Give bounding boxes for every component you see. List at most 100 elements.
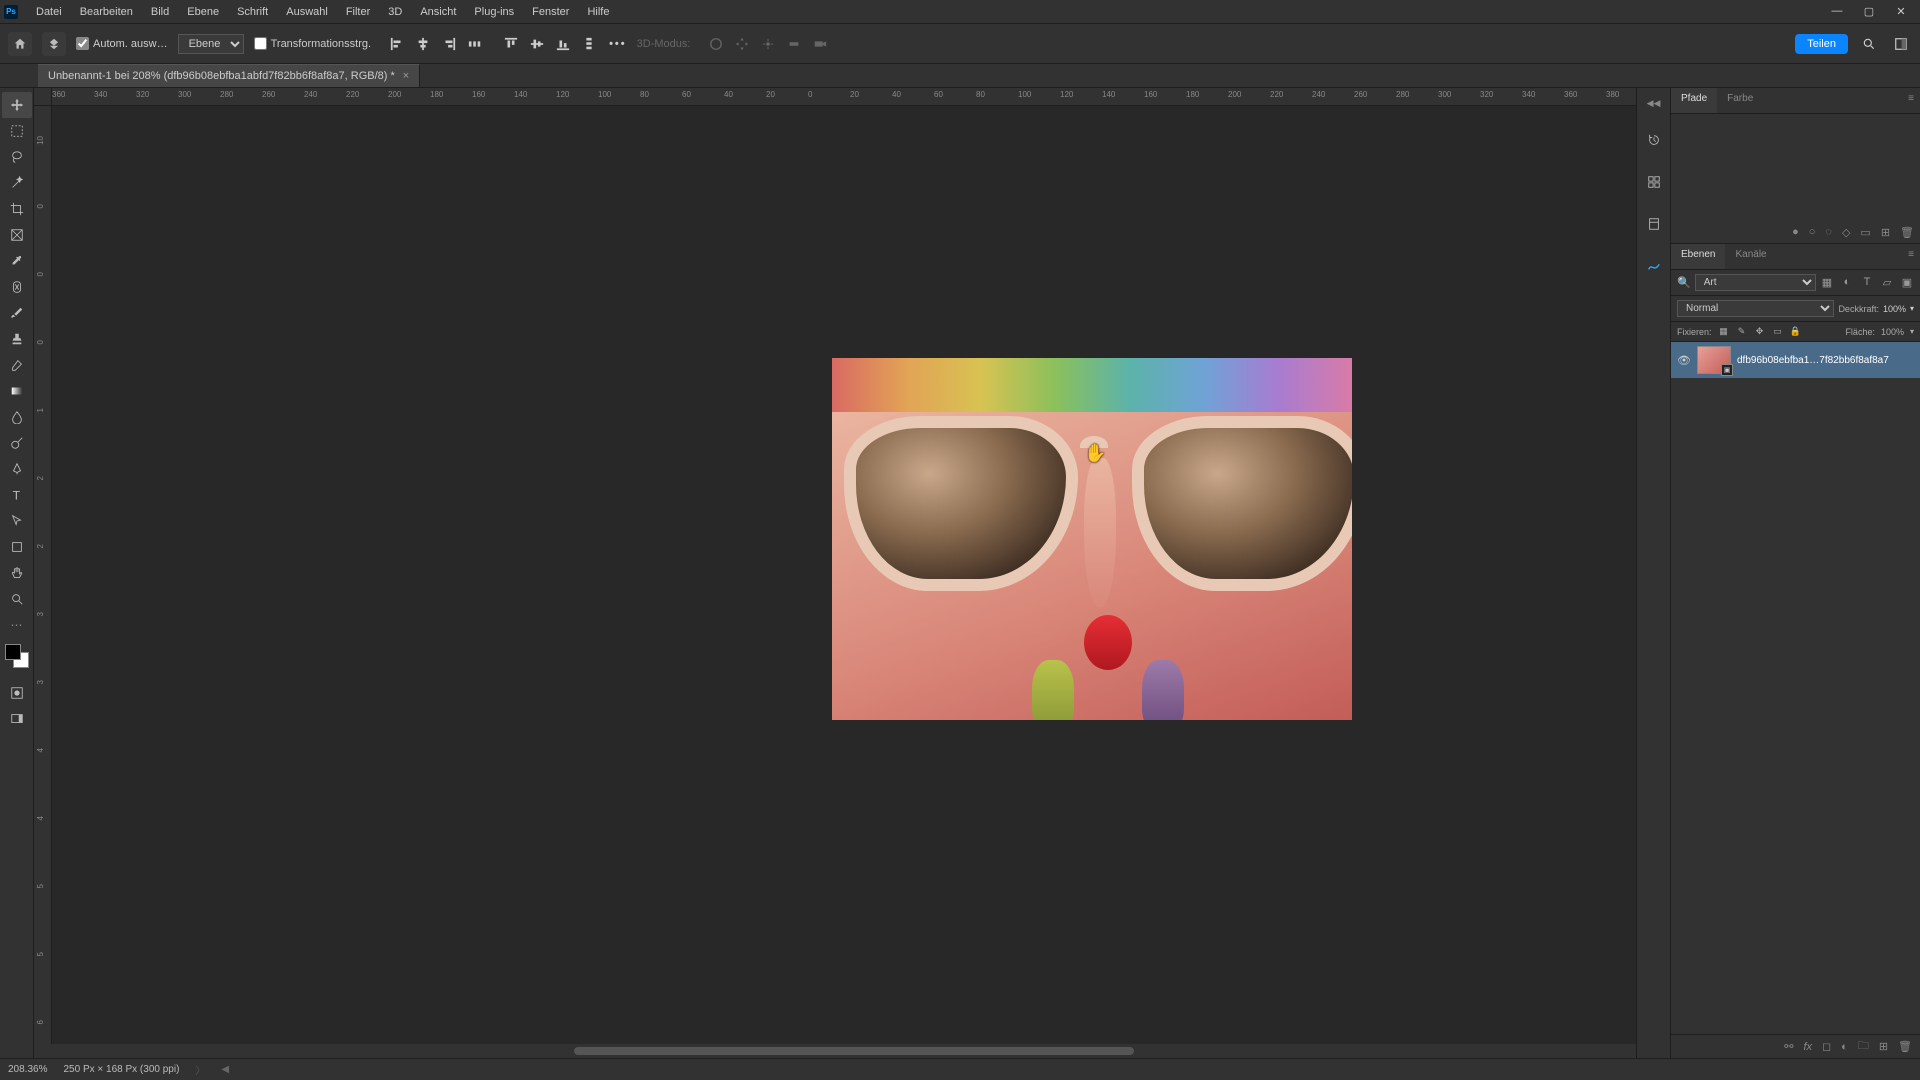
filter-type-select[interactable]: Art	[1695, 274, 1816, 291]
wand-tool[interactable]	[2, 170, 32, 196]
lock-transparency-icon[interactable]: ▦	[1718, 326, 1730, 337]
menu-schrift[interactable]: Schrift	[229, 3, 276, 21]
link-layers-icon[interactable]: ⚯	[1784, 1040, 1793, 1053]
menu-ansicht[interactable]: Ansicht	[412, 3, 464, 21]
doc-info[interactable]: 250 Px × 168 Px (300 ppi)	[63, 1064, 179, 1075]
align-right-icon[interactable]	[439, 34, 459, 54]
distribute-h-icon[interactable]	[465, 34, 485, 54]
layers-menu-icon[interactable]: ≡	[1902, 244, 1920, 269]
pen-tool[interactable]	[2, 456, 32, 482]
fx-icon[interactable]: fx	[1803, 1041, 1812, 1053]
pfade-menu-icon[interactable]: ≡	[1902, 88, 1920, 113]
pfade-panel-body[interactable]: ● ○ ◌ ◇ ▭ ⊞ 🗑	[1671, 114, 1920, 244]
gradient-tool[interactable]	[2, 378, 32, 404]
tool-preset-icon[interactable]	[42, 32, 66, 56]
align-hcenter-icon[interactable]	[413, 34, 433, 54]
fg-color-swatch[interactable]	[5, 644, 21, 660]
canvas-viewport[interactable]: ✋	[52, 106, 1636, 1044]
filter-type-icon[interactable]: T	[1860, 276, 1874, 289]
marquee-tool[interactable]	[2, 118, 32, 144]
camera-3d-icon[interactable]	[810, 34, 830, 54]
align-bottom-icon[interactable]	[553, 34, 573, 54]
status-chevron-icon[interactable]: 〉	[195, 1062, 205, 1077]
tab-farbe[interactable]: Farbe	[1717, 88, 1763, 113]
distribute-v-icon[interactable]	[579, 34, 599, 54]
menu-3d[interactable]: 3D	[380, 3, 410, 21]
mask-icon[interactable]: ◻	[1822, 1040, 1831, 1053]
add-mask-path-icon[interactable]: ▭	[1860, 226, 1870, 239]
path-to-selection-icon[interactable]: ◌	[1825, 226, 1832, 239]
lock-pixels-icon[interactable]: ✎	[1736, 326, 1748, 337]
transform-controls-checkbox[interactable]: Transformationsstrg.	[254, 37, 371, 50]
fill-value[interactable]: 100%	[1881, 327, 1904, 337]
brush-tool[interactable]	[2, 300, 32, 326]
blend-mode-select[interactable]: Normal	[1677, 300, 1834, 317]
color-swatches[interactable]	[5, 644, 29, 668]
delete-path-icon[interactable]: 🗑	[1900, 226, 1914, 239]
menu-datei[interactable]: Datei	[28, 3, 70, 21]
filter-pixel-icon[interactable]: ▦	[1820, 276, 1834, 289]
zoom-tool[interactable]	[2, 586, 32, 612]
opacity-value[interactable]: 100%	[1883, 304, 1906, 314]
new-path-icon[interactable]: ⊞	[1881, 226, 1890, 239]
dodge-tool[interactable]	[2, 430, 32, 456]
align-left-icon[interactable]	[387, 34, 407, 54]
stamp-tool[interactable]	[2, 326, 32, 352]
align-top-icon[interactable]	[501, 34, 521, 54]
layer-name[interactable]: dfb96b08ebfba1…7f82bb6f8af8a7	[1737, 355, 1914, 366]
filter-adjust-icon[interactable]: ◐	[1840, 276, 1854, 289]
tab-pfade[interactable]: Pfade	[1671, 88, 1717, 113]
lock-all-icon[interactable]: 🔒	[1790, 326, 1802, 337]
menu-bearbeiten[interactable]: Bearbeiten	[72, 3, 141, 21]
menu-filter[interactable]: Filter	[338, 3, 378, 21]
eraser-tool[interactable]	[2, 352, 32, 378]
close-icon[interactable]: ✕	[1892, 5, 1910, 18]
horizontal-ruler[interactable]: 3603403203002802602402202001801601401201…	[52, 88, 1636, 106]
close-tab-icon[interactable]: ×	[403, 70, 409, 82]
crop-tool[interactable]	[2, 196, 32, 222]
zoom-readout[interactable]: 208.36%	[8, 1064, 47, 1075]
tab-ebenen[interactable]: Ebenen	[1671, 244, 1725, 269]
heal-tool[interactable]	[2, 274, 32, 300]
document-tab[interactable]: Unbenannt-1 bei 208% (dfb96b08ebfba1abfd…	[38, 64, 420, 87]
maximize-icon[interactable]: ▢	[1860, 5, 1878, 18]
menu-bild[interactable]: Bild	[143, 3, 177, 21]
layer-thumbnail[interactable]: ▣	[1697, 346, 1731, 374]
search-icon[interactable]	[1858, 33, 1880, 55]
lock-position-icon[interactable]: ✥	[1754, 326, 1766, 337]
screenmode-tool[interactable]	[2, 706, 32, 732]
adjustments-panel-icon[interactable]	[1643, 255, 1665, 277]
menu-auswahl[interactable]: Auswahl	[278, 3, 336, 21]
edit-toolbar-icon[interactable]: ⋯	[2, 612, 32, 638]
stroke-path-icon[interactable]: ○	[1809, 226, 1816, 239]
filter-shape-icon[interactable]: ▱	[1880, 276, 1894, 289]
opacity-dropdown-icon[interactable]: ▾	[1910, 304, 1914, 313]
scroll-left-icon[interactable]: ◀	[221, 1064, 229, 1075]
share-button[interactable]: Teilen	[1795, 34, 1848, 54]
canvas-image[interactable]: ✋	[832, 358, 1352, 720]
menu-fenster[interactable]: Fenster	[524, 3, 577, 21]
align-vcenter-icon[interactable]	[527, 34, 547, 54]
menu-hilfe[interactable]: Hilfe	[579, 3, 617, 21]
transform-controls-input[interactable]	[254, 37, 267, 50]
lasso-tool[interactable]	[2, 144, 32, 170]
quickmask-tool[interactable]	[2, 680, 32, 706]
more-options-icon[interactable]: •••	[609, 38, 627, 50]
menu-ebene[interactable]: Ebene	[179, 3, 227, 21]
group-icon[interactable]: 🗀	[1858, 1037, 1869, 1056]
shape-tool[interactable]	[2, 534, 32, 560]
libraries-panel-icon[interactable]	[1643, 213, 1665, 235]
minimize-icon[interactable]: —	[1828, 5, 1846, 18]
horizontal-scrollbar[interactable]	[34, 1044, 1636, 1058]
auto-select-input[interactable]	[76, 37, 89, 50]
move-tool[interactable]	[2, 92, 32, 118]
ruler-origin[interactable]	[34, 88, 52, 106]
frame-tool[interactable]	[2, 222, 32, 248]
vertical-ruler[interactable]: 100001223344556	[34, 106, 52, 1044]
menu-plugins[interactable]: Plug-ins	[466, 3, 522, 21]
adjustment-layer-icon[interactable]: ◐	[1841, 1041, 1848, 1053]
dolly-3d-icon[interactable]	[758, 34, 778, 54]
orbit-3d-icon[interactable]	[706, 34, 726, 54]
history-panel-icon[interactable]	[1643, 129, 1665, 151]
blur-tool[interactable]	[2, 404, 32, 430]
